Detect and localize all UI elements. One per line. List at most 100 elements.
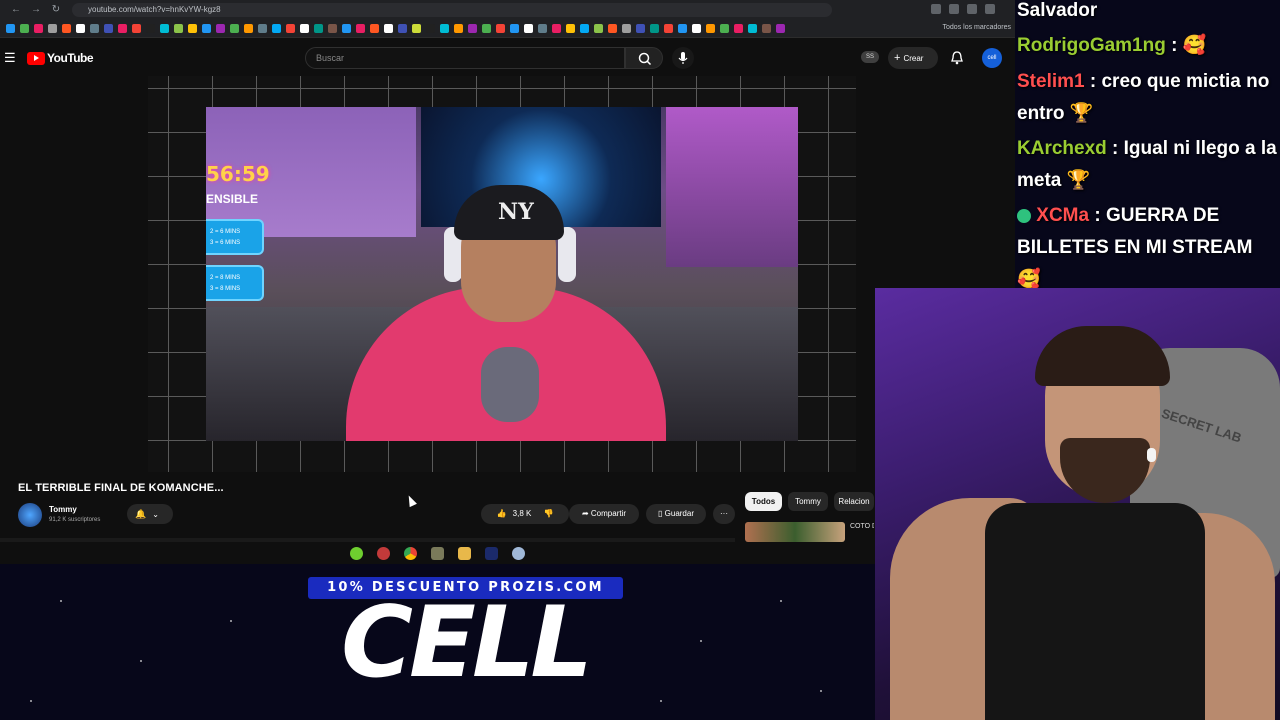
bookmark-icon[interactable] — [678, 24, 687, 33]
bookmark-icon[interactable] — [538, 24, 547, 33]
star — [660, 700, 662, 702]
bookmark-icon[interactable] — [580, 24, 589, 33]
folder-icon[interactable] — [458, 546, 471, 560]
search-input[interactable]: Buscar — [305, 47, 625, 69]
notifications-button[interactable] — [948, 49, 966, 67]
bookmark-icon[interactable] — [202, 24, 211, 33]
bookmark-icon[interactable] — [328, 24, 337, 33]
bookmark-icon[interactable] — [370, 24, 379, 33]
bookmark-icon[interactable] — [454, 24, 463, 33]
account-avatar[interactable]: cell — [982, 48, 1002, 68]
channel-avatar[interactable] — [18, 503, 42, 527]
bookmark-icon[interactable] — [636, 24, 645, 33]
thumbs-down-icon[interactable]: 👎 — [544, 509, 554, 518]
bookmark-icon[interactable] — [20, 24, 29, 33]
app-icon[interactable] — [377, 546, 390, 560]
recommended-video-title[interactable]: COTO DE SU — [850, 523, 874, 530]
bookmark-icon[interactable] — [468, 24, 477, 33]
app-icon[interactable] — [431, 546, 444, 560]
profile-icon[interactable] — [985, 4, 995, 14]
bookmark-icon[interactable] — [76, 24, 85, 33]
forward-icon[interactable]: → — [30, 4, 42, 16]
bookmark-icon[interactable] — [608, 24, 617, 33]
bookmark-icon[interactable] — [426, 24, 435, 33]
bookmark-icon[interactable] — [342, 24, 351, 33]
bookmark-icon[interactable] — [566, 24, 575, 33]
extension-icon[interactable] — [949, 4, 959, 14]
extension-icon[interactable] — [931, 4, 941, 14]
bookmark-icon[interactable] — [482, 24, 491, 33]
bookmark-icon[interactable] — [286, 24, 295, 33]
bookmark-icon[interactable] — [398, 24, 407, 33]
bookmark-icon[interactable] — [384, 24, 393, 33]
chrome-icon[interactable] — [404, 546, 417, 560]
chevron-down-icon: ⌄ — [152, 510, 159, 519]
bookmark-icon[interactable] — [720, 24, 729, 33]
channel-name[interactable]: Tommy — [49, 505, 77, 514]
bookmark-icon[interactable] — [412, 24, 421, 33]
reload-icon[interactable]: ↻ — [50, 4, 62, 16]
menu-icon[interactable]: ☰ — [4, 51, 16, 64]
recommended-video-thumbnail[interactable] — [745, 522, 845, 542]
youtube-header: ☰ YouTube Buscar SS + Crear cell — [0, 38, 1015, 78]
bookmark-icon[interactable] — [216, 24, 225, 33]
bookmark-icon[interactable] — [776, 24, 785, 33]
video-frame[interactable]: NY 56:59 ENSIBLE 2 = 6 MINS 3 = 6 MINS 2… — [206, 107, 798, 441]
bookmark-icon[interactable] — [230, 24, 239, 33]
bookmark-icon[interactable] — [174, 24, 183, 33]
bookmark-icon[interactable] — [692, 24, 701, 33]
bookmarks-folder[interactable]: Todos los marcadores — [943, 24, 1011, 31]
subscription-bell-button[interactable]: 🔔 ⌄ — [127, 504, 173, 524]
bookmark-icon[interactable] — [48, 24, 57, 33]
bookmark-icon[interactable] — [160, 24, 169, 33]
bookmark-icon[interactable] — [552, 24, 561, 33]
photoshop-icon[interactable] — [485, 546, 498, 560]
app-icon[interactable] — [350, 546, 363, 560]
app-icon[interactable] — [512, 546, 525, 560]
create-button[interactable]: + Crear — [888, 47, 938, 69]
bookmark-icon[interactable] — [356, 24, 365, 33]
bookmark-icon[interactable] — [300, 24, 309, 33]
bookmark-icon[interactable] — [496, 24, 505, 33]
more-actions-button[interactable]: ··· — [713, 504, 735, 524]
bookmark-icon[interactable] — [440, 24, 449, 33]
chip-related[interactable]: Relacion — [834, 492, 874, 511]
bookmark-icon[interactable] — [762, 24, 771, 33]
voice-search-button[interactable] — [672, 47, 694, 69]
bookmark-icon[interactable] — [664, 24, 673, 33]
bookmark-icon[interactable] — [650, 24, 659, 33]
like-dislike-button[interactable]: 👍 3,8 K 👎 — [481, 504, 569, 524]
bookmark-icon[interactable] — [258, 24, 267, 33]
bookmark-icon[interactable] — [748, 24, 757, 33]
search-button[interactable] — [625, 47, 663, 69]
bookmark-icon[interactable] — [594, 24, 603, 33]
bookmark-icon[interactable] — [244, 24, 253, 33]
chip-all[interactable]: Todos — [745, 492, 782, 511]
chip-tommy[interactable]: Tommy — [788, 492, 828, 511]
bookmark-icon[interactable] — [62, 24, 71, 33]
address-bar[interactable]: youtube.com/watch?v=hnKvYW-kgz8 — [72, 3, 832, 17]
bookmark-icon[interactable] — [132, 24, 141, 33]
bookmark-icon[interactable] — [90, 24, 99, 33]
bookmark-icon[interactable] — [272, 24, 281, 33]
bookmark-icon[interactable] — [510, 24, 519, 33]
bookmark-icon[interactable] — [34, 24, 43, 33]
bookmark-icon[interactable] — [314, 24, 323, 33]
bookmark-icon[interactable] — [524, 24, 533, 33]
save-button[interactable]: ▯ Guardar — [646, 504, 706, 524]
bookmark-icon[interactable] — [146, 24, 155, 33]
extension-icon[interactable] — [967, 4, 977, 14]
bookmark-icon[interactable] — [6, 24, 15, 33]
youtube-logo[interactable]: YouTube — [27, 51, 94, 65]
back-icon[interactable]: ← — [10, 4, 22, 16]
bookmark-icon[interactable] — [734, 24, 743, 33]
bookmark-icon[interactable] — [118, 24, 127, 33]
bookmark-icon[interactable] — [188, 24, 197, 33]
share-button[interactable]: ➦ Compartir — [569, 504, 639, 524]
ss-badge[interactable]: SS — [861, 51, 879, 63]
bookmark-icon: ▯ — [658, 509, 663, 518]
bookmark-icon[interactable] — [104, 24, 113, 33]
bookmark-icon[interactable] — [706, 24, 715, 33]
thumbs-up-icon[interactable]: 👍 — [496, 509, 506, 518]
bookmark-icon[interactable] — [622, 24, 631, 33]
